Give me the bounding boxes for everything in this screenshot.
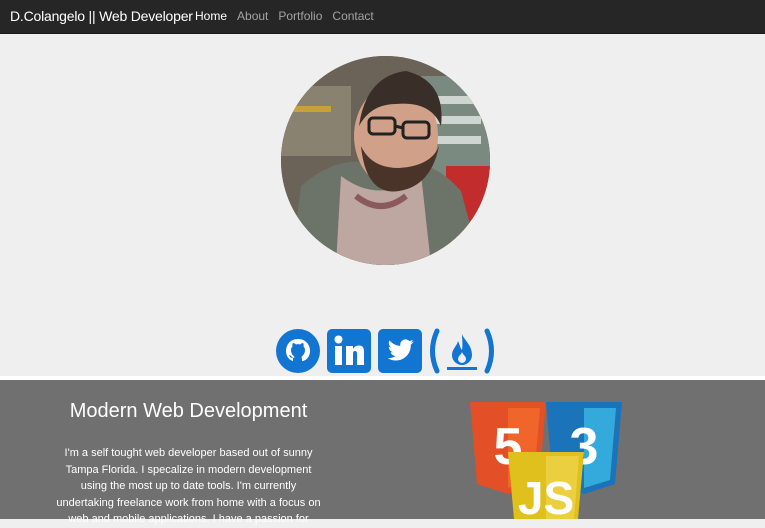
freecodecamp-icon[interactable] bbox=[427, 328, 497, 374]
tech-logos: 5 3 JS bbox=[470, 402, 622, 524]
about-title: Modern Web Development bbox=[69, 400, 308, 422]
linkedin-icon[interactable] bbox=[326, 328, 372, 374]
nav-link-contact[interactable]: Contact bbox=[332, 9, 373, 23]
about-section: Modern Web Development I'm a self tought… bbox=[0, 380, 765, 525]
javascript-logo: JS bbox=[508, 452, 584, 524]
nav-link-portfolio[interactable]: Portfolio bbox=[278, 9, 322, 23]
navbar: D.Colangelo || Web Developer Home About … bbox=[0, 0, 765, 34]
github-icon[interactable] bbox=[275, 328, 321, 374]
nav-link-home[interactable]: Home bbox=[195, 9, 227, 23]
about-description: I'm a self tought web developer based ou… bbox=[56, 447, 321, 525]
nav-links: Home About Portfolio Contact bbox=[195, 9, 384, 23]
profile-avatar bbox=[281, 56, 490, 265]
javascript-label: JS bbox=[518, 472, 574, 519]
nav-link-about[interactable]: About bbox=[237, 9, 268, 23]
twitter-icon[interactable] bbox=[377, 328, 423, 374]
brand-link[interactable]: D.Colangelo || Web Developer bbox=[10, 8, 193, 24]
avatar-photo bbox=[281, 56, 490, 265]
hero-section bbox=[0, 34, 765, 376]
